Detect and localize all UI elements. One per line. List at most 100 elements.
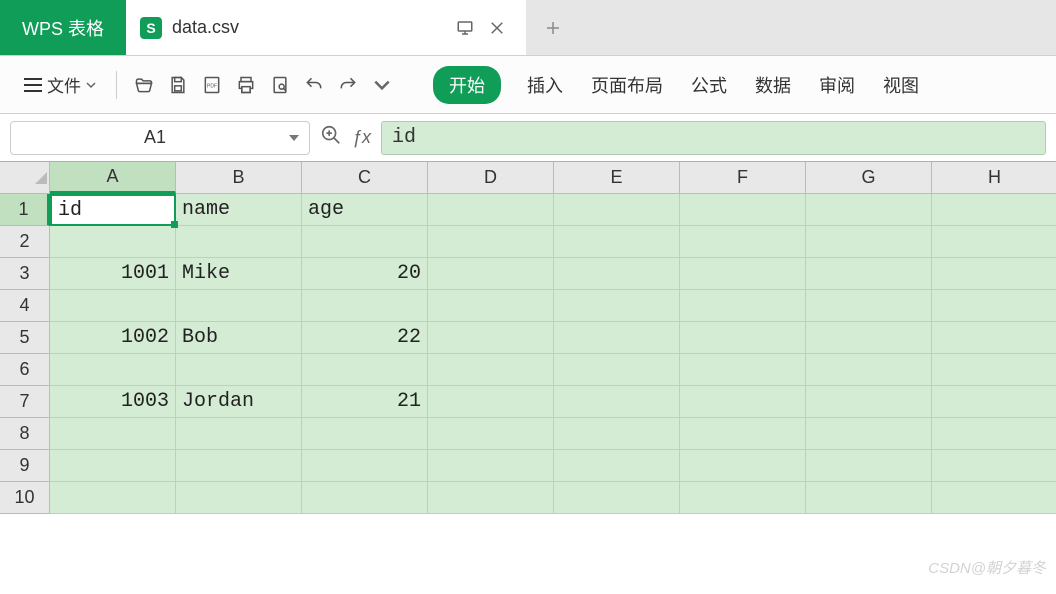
cell[interactable] [680,482,806,514]
column-header[interactable]: B [176,162,302,194]
cell[interactable] [554,322,680,354]
row-header[interactable]: 8 [0,418,50,450]
row-header[interactable]: 4 [0,290,50,322]
cell[interactable]: 21 [302,386,428,418]
export-pdf-icon[interactable]: PDF [199,72,225,98]
cell[interactable] [680,194,806,226]
cell[interactable] [176,450,302,482]
cell[interactable] [50,482,176,514]
cell[interactable] [428,354,554,386]
column-header[interactable]: E [554,162,680,194]
cell[interactable] [680,226,806,258]
cell[interactable] [932,322,1056,354]
cell[interactable] [680,354,806,386]
print-icon[interactable] [233,72,259,98]
undo-icon[interactable] [301,72,327,98]
ribbon-tab[interactable]: 插入 [525,66,565,104]
cell[interactable] [428,322,554,354]
column-header[interactable]: A [50,162,176,194]
cell[interactable] [554,418,680,450]
cell[interactable] [50,354,176,386]
cell[interactable] [932,482,1056,514]
cell[interactable]: id [50,194,176,226]
cell[interactable] [554,386,680,418]
row-header[interactable]: 1 [0,194,50,226]
cell[interactable] [806,450,932,482]
cell[interactable]: Jordan [176,386,302,418]
cell[interactable]: Mike [176,258,302,290]
cell[interactable]: 22 [302,322,428,354]
cell[interactable] [554,290,680,322]
name-box[interactable]: A1 [10,121,310,155]
print-preview-icon[interactable] [267,72,293,98]
save-icon[interactable] [165,72,191,98]
cell[interactable] [554,354,680,386]
fx-icon[interactable]: ƒx [352,127,371,148]
screen-share-icon[interactable] [456,19,474,37]
cell[interactable] [680,258,806,290]
cell[interactable] [932,194,1056,226]
cell[interactable] [176,418,302,450]
cell[interactable] [932,450,1056,482]
row-header[interactable]: 3 [0,258,50,290]
row-header[interactable]: 10 [0,482,50,514]
cell[interactable] [554,194,680,226]
column-header[interactable]: D [428,162,554,194]
cell[interactable] [932,226,1056,258]
cell[interactable] [806,290,932,322]
cell[interactable] [176,226,302,258]
ribbon-tab[interactable]: 公式 [689,66,729,104]
cell[interactable] [806,386,932,418]
cell[interactable] [932,290,1056,322]
cell[interactable] [806,258,932,290]
ribbon-tab[interactable]: 视图 [881,66,921,104]
new-tab-button[interactable] [526,0,580,55]
cell[interactable] [428,226,554,258]
cell[interactable] [806,418,932,450]
redo-icon[interactable] [335,72,361,98]
file-tab[interactable]: S data.csv [126,0,526,55]
close-tab-icon[interactable] [488,19,506,37]
column-header[interactable]: H [932,162,1056,194]
row-header[interactable]: 5 [0,322,50,354]
cell[interactable] [806,322,932,354]
column-header[interactable]: F [680,162,806,194]
cell[interactable] [554,226,680,258]
cell[interactable] [302,354,428,386]
select-all-corner[interactable] [0,162,50,194]
cell[interactable] [302,482,428,514]
column-header[interactable]: G [806,162,932,194]
cell[interactable] [302,226,428,258]
cell[interactable] [680,322,806,354]
cell[interactable] [932,418,1056,450]
cell[interactable] [806,226,932,258]
formula-input[interactable]: id [381,121,1046,155]
cell[interactable] [302,450,428,482]
cell[interactable] [302,418,428,450]
row-header[interactable]: 7 [0,386,50,418]
cell[interactable] [428,258,554,290]
column-header[interactable]: C [302,162,428,194]
cell[interactable]: Bob [176,322,302,354]
cell[interactable] [428,194,554,226]
row-header[interactable]: 6 [0,354,50,386]
cell[interactable] [176,482,302,514]
cell[interactable] [806,354,932,386]
cell[interactable] [680,418,806,450]
cell[interactable]: 1001 [50,258,176,290]
cell[interactable]: name [176,194,302,226]
cell[interactable] [302,290,428,322]
toolbar-dropdown-icon[interactable] [369,72,395,98]
cell[interactable]: 1002 [50,322,176,354]
ribbon-tab[interactable]: 数据 [753,66,793,104]
cell[interactable]: 20 [302,258,428,290]
cell[interactable] [50,290,176,322]
cell[interactable] [554,482,680,514]
cell[interactable] [806,482,932,514]
cell[interactable] [932,354,1056,386]
cell[interactable] [428,290,554,322]
file-menu-button[interactable]: 文件 [18,68,102,101]
cell[interactable] [176,354,302,386]
cell[interactable] [554,450,680,482]
open-icon[interactable] [131,72,157,98]
